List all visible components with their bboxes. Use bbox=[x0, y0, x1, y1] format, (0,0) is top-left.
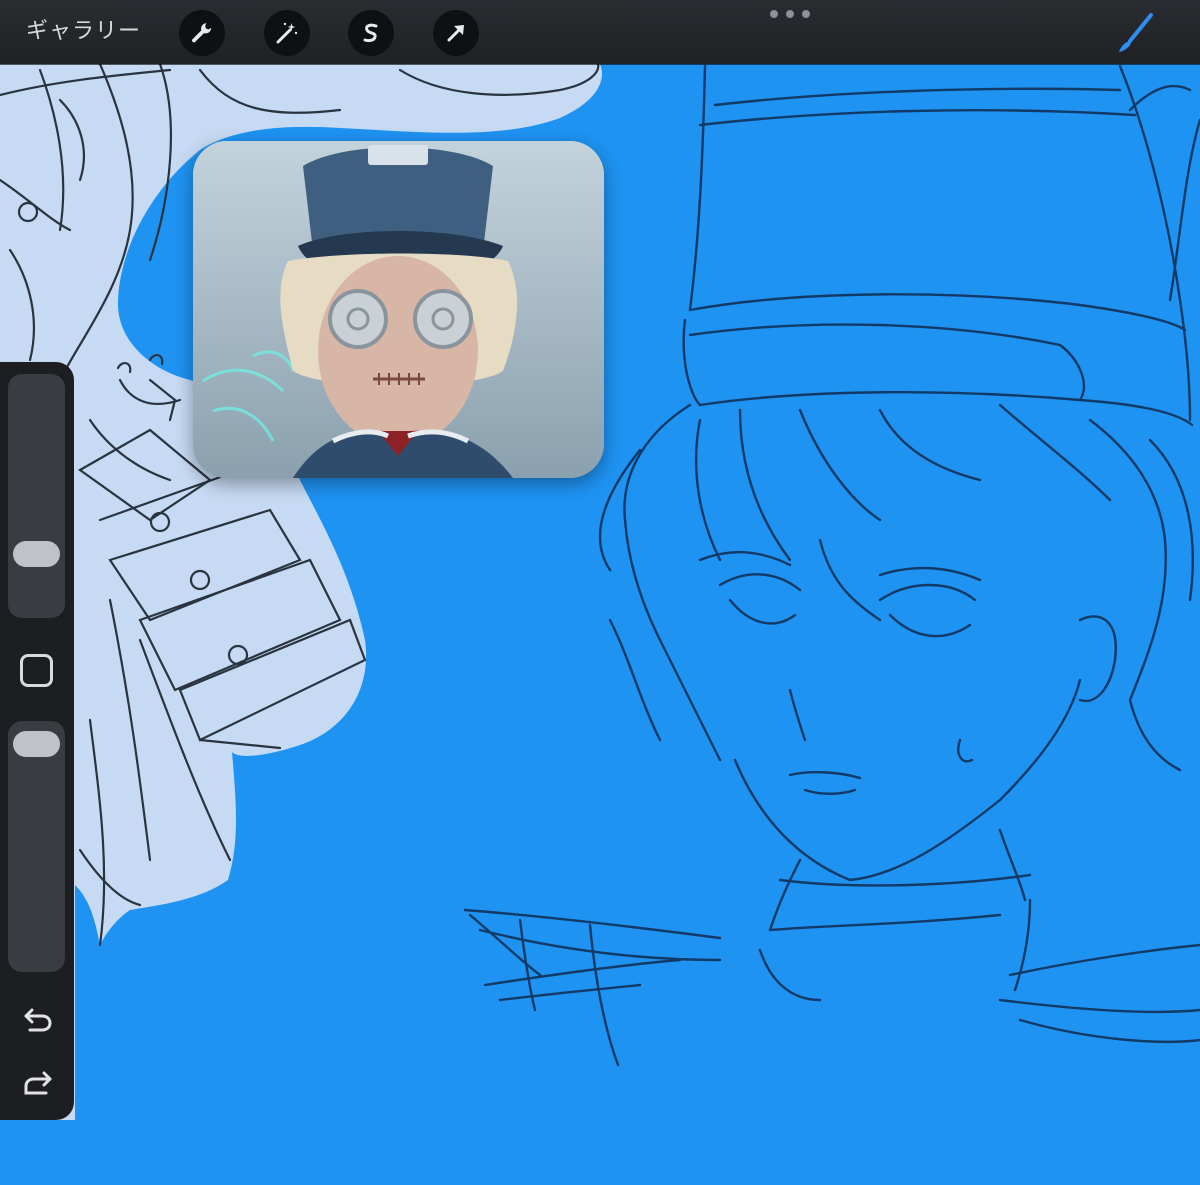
undo-button[interactable] bbox=[18, 1002, 58, 1038]
adjustments-button[interactable] bbox=[264, 10, 310, 56]
selection-button[interactable] bbox=[348, 10, 394, 56]
procreate-app: ギャラリー bbox=[0, 0, 1200, 1185]
brush-icon bbox=[1119, 13, 1153, 52]
opacity-thumb[interactable] bbox=[13, 731, 60, 757]
left-sidebar bbox=[0, 362, 74, 1120]
top-toolbar: ギャラリー bbox=[0, 0, 1200, 64]
opacity-slider[interactable] bbox=[8, 721, 65, 972]
brush-size-slider[interactable] bbox=[8, 374, 65, 618]
wrench-icon bbox=[192, 23, 212, 43]
redo-icon bbox=[24, 1071, 52, 1095]
redo-button[interactable] bbox=[18, 1065, 58, 1101]
reference-image bbox=[193, 141, 604, 478]
brush-size-thumb[interactable] bbox=[13, 541, 60, 567]
selection-s-icon bbox=[363, 23, 378, 43]
magic-wand-icon bbox=[276, 22, 298, 44]
transform-button[interactable] bbox=[433, 10, 479, 56]
actions-button[interactable] bbox=[179, 10, 225, 56]
undo-icon bbox=[24, 1008, 52, 1032]
arrow-cursor-icon bbox=[447, 25, 464, 42]
modify-button[interactable] bbox=[20, 654, 53, 687]
gallery-button[interactable]: ギャラリー bbox=[26, 14, 141, 50]
brush-button[interactable] bbox=[1110, 8, 1160, 58]
more-dots-icon[interactable] bbox=[770, 6, 810, 22]
reference-window[interactable] bbox=[193, 141, 604, 478]
